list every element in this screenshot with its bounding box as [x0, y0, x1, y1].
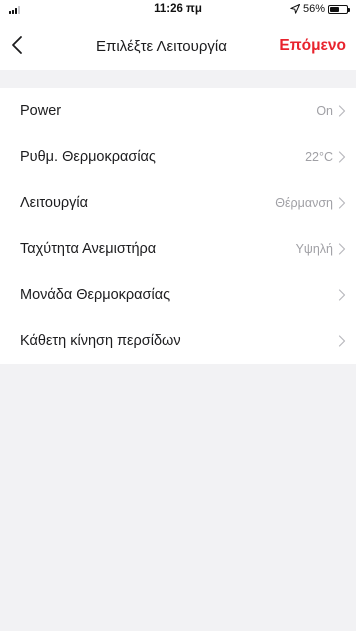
chevron-right-icon: [338, 197, 346, 209]
status-right: 56%: [290, 3, 350, 15]
chevron-right-icon: [338, 243, 346, 255]
back-button[interactable]: [8, 33, 30, 57]
location-arrow-icon: [290, 4, 300, 14]
chevron-right-icon: [338, 151, 346, 163]
battery-percentage: 56%: [302, 3, 325, 15]
settings-row-mode[interactable]: Λειτουργία Θέρμανση: [0, 180, 356, 226]
next-button[interactable]: Επόμενο: [279, 37, 346, 55]
settings-row-fan-speed[interactable]: Ταχύτητα Ανεμιστήρα Υψηλή: [0, 226, 356, 272]
chevron-right-icon: [338, 335, 346, 347]
setting-label: Ρυθμ. Θερμοκρασίας: [20, 149, 156, 165]
settings-row-temperature-unit[interactable]: Μονάδα Θερμοκρασίας: [0, 272, 356, 318]
settings-row-vertical-swing[interactable]: Κάθετη κίνηση περσίδων: [0, 318, 356, 364]
setting-value: 22°C: [305, 150, 333, 164]
setting-label: Power: [20, 103, 62, 119]
settings-row-power[interactable]: Power On: [0, 88, 356, 134]
navigation-bar: Επιλέξτε Λειτουργία Επόμενο: [0, 20, 356, 70]
setting-label: Λειτουργία: [20, 195, 88, 211]
settings-list: Power On Ρυθμ. Θερμοκρασίας 22°C Λειτουρ…: [0, 88, 356, 364]
setting-label: Ταχύτητα Ανεμιστήρα: [20, 241, 157, 257]
setting-value: Υψηλή: [295, 242, 333, 256]
chevron-left-icon: [12, 36, 22, 54]
page-title: Επιλέξτε Λειτουργία: [96, 38, 227, 55]
setting-value: On: [316, 104, 333, 118]
settings-row-temperature[interactable]: Ρυθμ. Θερμοκρασίας 22°C: [0, 134, 356, 180]
chevron-right-icon: [338, 289, 346, 301]
setting-value: Θέρμανση: [275, 196, 333, 210]
setting-label: Μονάδα Θερμοκρασίας: [20, 287, 171, 303]
battery-icon: [328, 4, 350, 14]
setting-label: Κάθετη κίνηση περσίδων: [20, 333, 181, 349]
status-bar: 11:26 πμ 56%: [0, 0, 356, 20]
battery-level: [330, 6, 339, 12]
chevron-right-icon: [338, 105, 346, 117]
